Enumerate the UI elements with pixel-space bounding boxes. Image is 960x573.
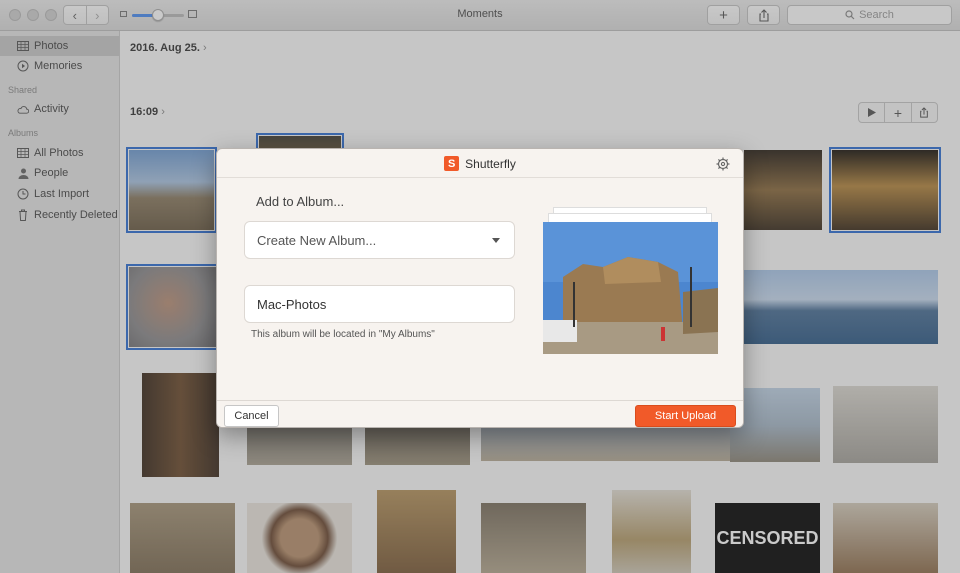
dialog-divider [217,177,743,178]
dialog-footer: Cancel Start Upload [217,400,743,427]
album-name-input[interactable]: Mac-Photos [244,285,515,323]
album-select[interactable]: Create New Album... [244,221,515,259]
dialog-title-label: Shutterfly [465,156,516,171]
dialog-title: S Shutterfly [217,156,743,171]
add-to-album-heading: Add to Album... [256,194,345,209]
start-upload-button[interactable]: Start Upload [635,405,736,427]
shutterfly-dialog: S Shutterfly Add to Album... Create New … [216,148,744,428]
gear-icon[interactable] [716,157,730,171]
cancel-button[interactable]: Cancel [224,405,279,427]
shutterfly-logo-icon: S [444,156,460,171]
dropdown-arrow-icon [492,238,500,243]
album-name-value: Mac-Photos [257,296,327,312]
album-select-value: Create New Album... [257,232,377,248]
album-location-note: This album will be located in "My Albums… [251,329,435,340]
upload-preview-image [543,222,718,354]
